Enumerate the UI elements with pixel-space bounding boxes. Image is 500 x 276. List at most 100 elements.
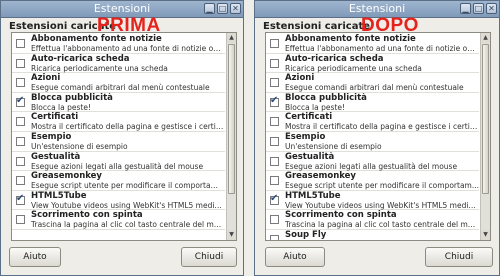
- list-item[interactable]: Blocca pubblicitàBlocca la peste!: [12, 93, 225, 113]
- scrollbar-thumb[interactable]: [228, 44, 235, 194]
- list-item[interactable]: Abbonamento fonte notizie Effettua l'abbo…: [266, 34, 479, 54]
- extension-name: Azioni: [31, 73, 61, 84]
- extensions-items: Abbonamento fonte notizie Effettua l'abbo…: [266, 34, 479, 240]
- checkbox[interactable]: [16, 136, 25, 146]
- extension-description: Un'estensione di esempio: [285, 141, 382, 151]
- extension-name: HTML5Tube: [31, 190, 87, 201]
- list-item[interactable]: Gestualità Esegue azioni legati alla gest…: [266, 152, 479, 172]
- extension-name: Certificati: [285, 112, 333, 123]
- extension-description: Blocca la peste!: [31, 102, 91, 112]
- scrollbar[interactable]: ▲ ▼: [480, 33, 490, 240]
- close-icon[interactable]: ✕: [230, 3, 241, 14]
- list-item[interactable]: HTML5TubeView Youtube videos using WebKi…: [12, 191, 225, 211]
- extension-name: Greasemonkey: [31, 171, 102, 182]
- extension-name: Soup Fly: [285, 229, 327, 240]
- scrollbar-thumb[interactable]: [482, 44, 489, 194]
- list-item[interactable]: Certificati Mostra il certificato della p…: [12, 112, 225, 132]
- checkbox[interactable]: [16, 78, 25, 88]
- extensions-items: Abbonamento fonte notizie Effettua l'abbo…: [12, 34, 225, 230]
- checkbox[interactable]: [270, 156, 279, 166]
- arrow-up-icon[interactable]: ▲: [227, 33, 236, 43]
- minimize-icon[interactable]: ▁: [204, 3, 215, 14]
- extension-name: Esempio: [31, 131, 72, 142]
- maximize-icon[interactable]: □: [217, 3, 228, 14]
- checkbox[interactable]: [270, 176, 279, 186]
- close-button[interactable]: Chiudi: [181, 247, 237, 267]
- list-item[interactable]: Esempio Un'estensione di esempio: [266, 132, 479, 152]
- help-button[interactable]: Aiuto: [9, 247, 61, 267]
- checkbox[interactable]: [270, 58, 279, 68]
- minimize-icon[interactable]: ▁: [460, 3, 471, 14]
- checkbox-checked[interactable]: [270, 95, 279, 107]
- extension-name: Scorrimento con spinta: [31, 210, 143, 221]
- list-item[interactable]: Certificati Mostra il certificato della p…: [266, 112, 479, 132]
- extension-name: HTML5Tube: [285, 190, 341, 201]
- list-item[interactable]: HTML5TubeView Youtube videos using WebKi…: [266, 191, 479, 211]
- checkbox[interactable]: [270, 215, 279, 225]
- extension-description: Mostra il certificato della pagina e ges…: [285, 122, 479, 132]
- checkbox[interactable]: [16, 117, 25, 127]
- extension-description: Effettua l'abbonamento ad una fonte di n…: [31, 44, 225, 53]
- checkbox-checked[interactable]: [16, 95, 25, 107]
- checkbox[interactable]: [16, 176, 25, 186]
- list-item[interactable]: Greasemonkey Esegue script utente per mod…: [266, 171, 479, 191]
- list-item[interactable]: Blocca pubblicitàBlocca la peste!: [266, 93, 479, 113]
- checkbox-checked[interactable]: [16, 193, 25, 205]
- extension-name: Esempio: [285, 131, 326, 142]
- maximize-icon[interactable]: □: [473, 3, 484, 14]
- extension-description: Esegue script utente per modificare il c…: [285, 181, 479, 191]
- extension-name: Blocca pubblicità: [285, 92, 367, 103]
- checkbox[interactable]: [16, 58, 25, 68]
- extension-description: Esegue azioni legati alla gestualità del…: [285, 161, 458, 171]
- checkbox[interactable]: [16, 39, 25, 48]
- list-item[interactable]: Azioni Esegue comandi arbitrari dal menù …: [12, 73, 225, 93]
- extension-description: Trascina la pagina al clic col tasto cen…: [285, 220, 479, 230]
- close-button[interactable]: Chiudi: [425, 247, 493, 267]
- checkbox[interactable]: [270, 39, 279, 48]
- checkbox[interactable]: [270, 234, 279, 240]
- arrow-down-icon[interactable]: ▼: [227, 230, 236, 240]
- list-item[interactable]: Auto-ricarica scheda Ricarica periodicame…: [266, 54, 479, 74]
- close-icon[interactable]: ✕: [486, 3, 497, 14]
- extension-description: Mostra il certificato della pagina e ges…: [31, 122, 225, 132]
- extension-name: Certificati: [31, 112, 79, 123]
- arrow-down-icon[interactable]: ▼: [481, 230, 490, 240]
- list-item[interactable]: Auto-ricarica scheda Ricarica periodicame…: [12, 54, 225, 74]
- extensions-list[interactable]: Abbonamento fonte notizie Effettua l'abbo…: [265, 32, 491, 241]
- arrow-up-icon[interactable]: ▲: [481, 33, 490, 43]
- extension-description: Ricarica periodicamente una scheda: [285, 63, 422, 73]
- extension-description: Esegue comandi arbitrari dal menù contes…: [285, 83, 464, 93]
- extensions-list[interactable]: Abbonamento fonte notizie Effettua l'abbo…: [11, 32, 237, 241]
- list-item[interactable]: Gestualità Esegue azioni legati alla gest…: [12, 152, 225, 172]
- checkbox[interactable]: [270, 136, 279, 146]
- list-item[interactable]: Azioni Esegue comandi arbitrari dal menù …: [266, 73, 479, 93]
- list-item[interactable]: Abbonamento fonte notizie Effettua l'abbo…: [12, 34, 225, 54]
- list-item[interactable]: Greasemonkey Esegue script utente per mod…: [12, 171, 225, 191]
- extension-description: Blocca la peste!: [285, 102, 345, 112]
- extension-name: Abbonamento fonte notizie: [31, 34, 162, 44]
- extension-description: Esegue azioni legati alla gestualità del…: [31, 161, 204, 171]
- list-item[interactable]: Scorrimento con spinta Trascina la pagina…: [12, 210, 225, 230]
- extension-name: Blocca pubblicità: [31, 92, 113, 103]
- extension-name: Auto-ricarica scheda: [31, 53, 130, 64]
- checkbox[interactable]: [16, 156, 25, 166]
- checkbox[interactable]: [270, 78, 279, 88]
- extensions-window-before: Estensioni ▁ □ ✕ Estensioni caricate PRI…: [0, 0, 244, 276]
- scrollbar[interactable]: ▲ ▼: [226, 33, 236, 240]
- list-item[interactable]: Esempio Un'estensione di esempio: [12, 132, 225, 152]
- extension-description: Esegue script utente per modificare il c…: [31, 181, 225, 191]
- extension-name: Greasemonkey: [285, 171, 356, 182]
- checkbox-checked[interactable]: [270, 193, 279, 205]
- checkbox[interactable]: [16, 215, 25, 225]
- list-item[interactable]: Scorrimento con spinta Trascina la pagina…: [266, 210, 479, 230]
- extension-description: Un'estensione di esempio: [31, 141, 128, 151]
- extension-description: Ricarica periodicamente una scheda: [31, 63, 168, 73]
- extension-name: Auto-ricarica scheda: [285, 53, 384, 64]
- extension-name: Gestualità: [285, 151, 335, 162]
- list-item[interactable]: Soup Fly: [266, 229, 479, 240]
- checkbox[interactable]: [270, 117, 279, 127]
- help-button[interactable]: Aiuto: [265, 247, 325, 267]
- extensions-window-after: Estensioni ▁ □ ✕ Estensioni caricate DOP…: [254, 0, 500, 276]
- extension-name: Gestualità: [31, 151, 81, 162]
- extension-description: View Youtube videos using WebKit's HTML5…: [285, 200, 479, 210]
